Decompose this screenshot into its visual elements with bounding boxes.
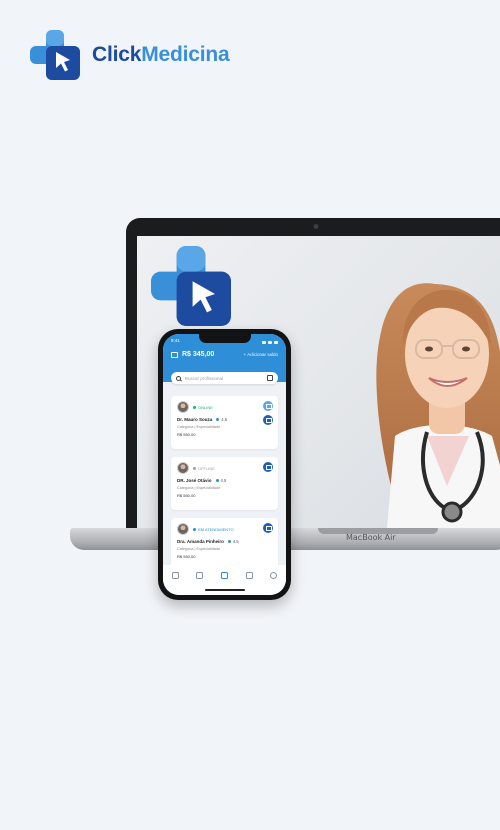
add-balance-link[interactable]: + Adicionar saldo <box>244 352 278 357</box>
home-indicator <box>204 589 245 591</box>
brand-name-part2: Medicina <box>141 43 230 66</box>
status-text: OFFLINE <box>198 465 215 471</box>
wifi-icon <box>268 340 272 344</box>
calendar-icon[interactable] <box>171 572 179 579</box>
status-badge: OFFLINE <box>193 466 215 471</box>
status-dot <box>193 405 196 409</box>
home-icon[interactable] <box>220 572 228 579</box>
status-badge: ONLINE <box>193 405 213 410</box>
filter-icon[interactable] <box>267 375 273 381</box>
balance-row: R$ 345,00 + Adicionar saldo <box>171 351 278 358</box>
phone-device: 9:41 R$ 345,00 + Adicionar saldo Buscar … <box>158 329 291 600</box>
search-input[interactable]: Buscar profissional <box>171 372 278 384</box>
document-icon[interactable] <box>245 572 253 579</box>
doctor-name: Dr. Mauro Souza <box>177 417 213 422</box>
signal-icon <box>262 340 266 344</box>
bottom-tab-bar <box>163 565 286 595</box>
phone-notch <box>199 334 251 343</box>
avatar <box>177 523 189 535</box>
doctor-list: ONLINE Dr. Mauro Souza 4.5 Categoria | E… <box>171 396 278 579</box>
doctor-name: Dra. Amanda Pinheiro <box>177 539 224 544</box>
star-icon <box>227 540 231 543</box>
pencil-icon[interactable] <box>196 572 204 579</box>
doctor-price: R$ 550,00 <box>177 554 196 559</box>
doctor-category: Categoria | Especialidade <box>177 547 221 551</box>
doctor-card[interactable]: EM ATENDIMENTO Dra. Amanda Pinheiro 4.5 … <box>171 518 278 571</box>
call-icon[interactable] <box>263 401 273 411</box>
brand-name-part1: Click <box>92 43 142 66</box>
balance-value: R$ 345,00 <box>182 351 215 358</box>
laptop-camera <box>313 224 319 229</box>
star-icon <box>215 479 219 482</box>
doctor-rating: 4.5 <box>221 417 228 422</box>
doctor-video-image <box>376 283 500 528</box>
brand-name: ClickMedicina <box>92 43 230 67</box>
laptop-model-label: MacBook Air <box>346 533 396 542</box>
status-text: EM ATENDIMENTO <box>198 526 234 532</box>
status-time: 9:41 <box>171 338 180 343</box>
profile-icon[interactable] <box>270 572 278 579</box>
wallet-icon <box>171 351 178 358</box>
search-icon <box>176 375 181 381</box>
doctor-category: Categoria | Especialidade <box>177 425 221 429</box>
calendar-icon[interactable] <box>263 523 273 533</box>
doctor-price: R$ 550,00 <box>177 432 196 437</box>
avatar <box>177 401 189 413</box>
screen-cross-logo-icon <box>151 246 231 326</box>
status-dot <box>193 527 196 531</box>
doctor-price: R$ 550,00 <box>177 493 196 498</box>
doctor-card[interactable]: OFFLINE DR. José Otávio 4.5 Categoria | … <box>171 457 278 510</box>
doctor-rating: 4.5 <box>232 539 239 544</box>
doctor-name: DR. José Otávio <box>177 478 212 483</box>
battery-icon <box>274 340 278 344</box>
avatar <box>177 462 189 474</box>
doctor-card[interactable]: ONLINE Dr. Mauro Souza 4.5 Categoria | E… <box>171 396 278 449</box>
calendar-icon[interactable] <box>263 462 273 472</box>
status-dot <box>193 466 196 470</box>
doctor-rating: 4.5 <box>220 478 227 483</box>
doctor-category: Categoria | Especialidade <box>177 486 221 490</box>
status-badge: EM ATENDIMENTO <box>193 527 234 532</box>
star-icon <box>216 418 220 421</box>
status-text: ONLINE <box>198 404 213 410</box>
calendar-icon[interactable] <box>263 415 273 425</box>
brand-logo[interactable]: ClickMedicina <box>30 30 230 80</box>
status-icons <box>262 338 278 346</box>
search-placeholder: Buscar profissional <box>185 375 224 381</box>
phone-screen: 9:41 R$ 345,00 + Adicionar saldo Buscar … <box>163 334 286 595</box>
cross-cursor-logo-icon <box>30 30 80 80</box>
